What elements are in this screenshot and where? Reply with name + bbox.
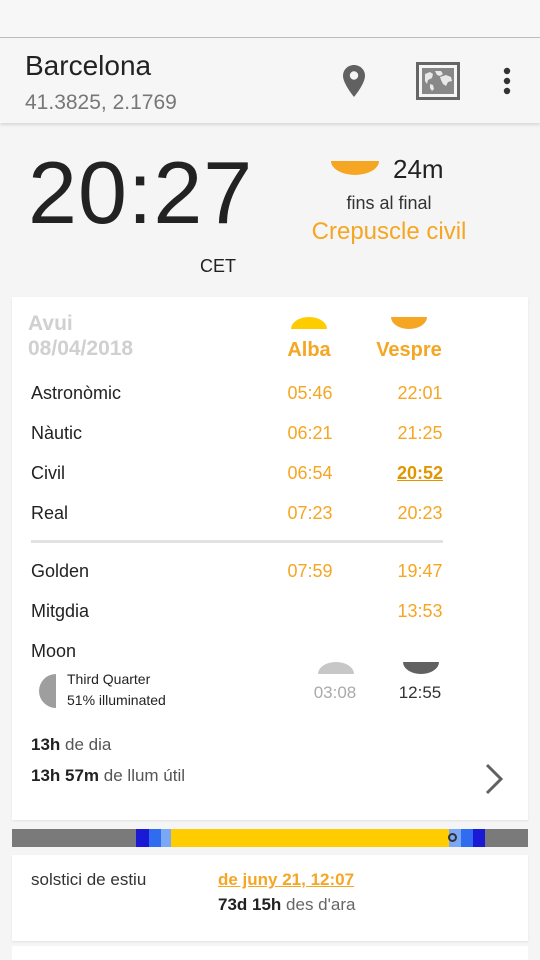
moonset-time: 12:55 [398, 683, 442, 702]
row-label-moon: Moon [31, 641, 77, 661]
useful-light-suffix: de llum útil [103, 766, 186, 785]
app-bar: Barcelona 41.3825, 2.1769 [0, 39, 540, 123]
location-coordinates: 41.3825, 2.1769 [25, 91, 177, 114]
sunrise-half-icon [291, 317, 327, 329]
moon-phase-name: Third Quarter [67, 671, 151, 687]
noon-time: 13:53 [397, 601, 443, 621]
timeline-astronomical-dusk [473, 829, 485, 847]
event-date-link[interactable]: de juny 21, 12:07 [218, 870, 354, 890]
section-divider [31, 540, 443, 543]
dusk-column-header: Vespre [376, 339, 442, 361]
timeline-civil-dawn [161, 829, 171, 847]
timeline-daylight [171, 829, 449, 847]
useful-light: 13h 57m de llum útil [31, 766, 185, 786]
real-dawn-time: 07:23 [287, 503, 333, 523]
world-map-icon [416, 62, 460, 100]
event-until-suffix: des d'ara [286, 895, 356, 914]
timeline-nautical-dawn [149, 829, 161, 847]
row-label-nautical: Nàutic [31, 423, 83, 443]
day-length-suffix: de dia [65, 735, 112, 754]
current-phase: Crepuscle civil [311, 218, 467, 245]
location-title: Barcelona [25, 50, 152, 81]
row-label-civil: Civil [31, 463, 65, 483]
row-label-astronomical: Astronòmic [31, 383, 122, 403]
golden-dusk-time: 19:47 [397, 561, 443, 581]
day-label[interactable]: Avui [28, 312, 73, 336]
day-length: 13h de dia [31, 735, 111, 755]
civil-dusk-time: 20:52 [396, 463, 444, 483]
chevron-right-icon[interactable] [482, 762, 506, 796]
civil-dawn-time: 06:54 [287, 463, 333, 483]
status-bar [0, 0, 540, 38]
daylight-timeline [12, 829, 528, 847]
timeline-now-marker [448, 833, 457, 842]
location-pin-button[interactable] [334, 59, 374, 103]
moon-phase-icon [39, 674, 56, 708]
next-card-edge [12, 946, 528, 960]
location-pin-icon [343, 65, 365, 97]
world-map-button[interactable] [412, 59, 464, 103]
until-end-label: fins al final [346, 193, 432, 213]
moon-illumination: 51% illuminated [67, 692, 166, 708]
real-dusk-time: 20:23 [397, 503, 443, 523]
nautical-dusk-time: 21:25 [397, 423, 443, 443]
dawn-column-header: Alba [287, 339, 331, 361]
day-length-value: 13h [31, 735, 61, 754]
day-date[interactable]: 08/04/2018 [28, 337, 133, 361]
golden-dawn-time: 07:59 [287, 561, 333, 581]
more-options-button[interactable] [492, 59, 522, 103]
more-vertical-icon [503, 67, 511, 95]
sunset-half-icon [331, 161, 379, 175]
timeline-nautical-dusk [461, 829, 473, 847]
event-until: 73d 15h des d'ara [218, 895, 355, 915]
nautical-dawn-time: 06:21 [287, 423, 333, 443]
timezone-label: CET [200, 256, 236, 276]
next-event-card: solstici de estiu de juny 21, 12:07 73d … [12, 855, 528, 941]
countdown-value: 24m [393, 154, 444, 184]
moonrise-icon [318, 662, 354, 674]
timeline-astronomical-dawn [136, 829, 149, 847]
sun-times-card: Avui 08/04/2018 Alba Vespre Astronòmic 0… [12, 297, 528, 820]
astronomical-dusk-time: 22:01 [397, 383, 443, 403]
row-label-real: Real [31, 503, 69, 523]
row-label-noon: Mitgdia [31, 601, 90, 621]
row-label-golden: Golden [31, 561, 90, 581]
moonset-icon [403, 662, 439, 674]
sunset-half-icon [391, 317, 427, 329]
useful-light-value: 13h 57m [31, 766, 100, 785]
event-name: solstici de estiu [31, 870, 147, 889]
event-until-value: 73d 15h [218, 895, 282, 914]
moonrise-time: 03:08 [313, 683, 357, 702]
astronomical-dawn-time: 05:46 [287, 383, 333, 403]
current-time: 20:27 [28, 143, 254, 242]
